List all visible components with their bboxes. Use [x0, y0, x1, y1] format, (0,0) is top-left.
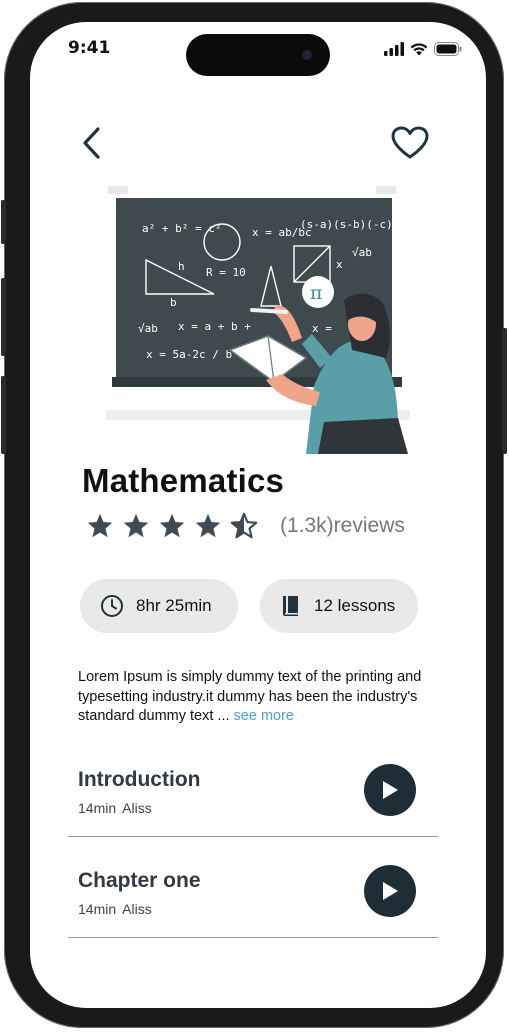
formula-5: h	[178, 260, 185, 273]
phone-frame: 9:41 a² + b² = c² x = ab/bc (s-a)(s-b)(-…	[1, 2, 507, 1028]
back-button[interactable]	[74, 124, 108, 162]
heart-icon	[391, 126, 429, 159]
course-title: Mathematics	[82, 462, 285, 499]
review-count: (1.3k)reviews	[280, 514, 405, 537]
divider	[68, 836, 438, 837]
lessons-text: 12 lessons	[314, 596, 396, 615]
favorite-button[interactable]	[388, 124, 432, 162]
mute-switch	[1, 200, 6, 244]
star-icon	[195, 513, 221, 538]
play-button[interactable]	[364, 865, 416, 917]
lesson-duration: 14min	[78, 901, 117, 917]
formula-10: √ab	[138, 322, 158, 335]
lesson-meta: 14min Aliss	[78, 800, 152, 816]
book-icon	[283, 596, 298, 616]
lesson-author: Aliss	[122, 901, 152, 917]
play-icon	[383, 882, 398, 900]
duration-text: 8hr 25min	[136, 596, 212, 615]
star-icon	[87, 513, 113, 538]
formula-12: x = 5a-2c / b	[146, 348, 232, 361]
dynamic-island	[186, 34, 330, 76]
teacher-illustration: a² + b² = c² x = ab/bc (s-a)(s-b)(-c) √a…	[106, 186, 410, 454]
formula-7: b	[170, 296, 177, 309]
clock-icon	[101, 595, 123, 617]
formula-3: (s-a)(s-b)(-c)	[300, 218, 393, 231]
play-button[interactable]	[364, 764, 416, 816]
course-description: Lorem Ipsum is simply dummy text of the …	[78, 668, 438, 727]
rating-stars	[86, 512, 258, 540]
formula-1: a² + b² = c²	[142, 222, 221, 235]
lessons-chip: 12 lessons	[260, 579, 418, 633]
wifi-icon	[410, 43, 428, 56]
see-more-link[interactable]: see more	[234, 708, 294, 724]
screen: 9:41 a² + b² = c² x = ab/bc (s-a)(s-b)(-…	[30, 22, 486, 1008]
lesson-author: Aliss	[122, 800, 152, 816]
formula-8: x	[336, 258, 343, 271]
lesson-title: Chapter one	[78, 869, 201, 892]
pi-bubble: π	[310, 282, 323, 304]
star-icon	[123, 513, 149, 538]
power-button	[502, 328, 507, 454]
star-half-icon	[230, 512, 258, 539]
star-icon	[159, 513, 185, 538]
lesson-item[interactable]: Chapter one 14min Aliss	[68, 865, 440, 965]
divider	[68, 937, 438, 938]
formula-13: x =	[312, 322, 332, 335]
lesson-meta: 14min Aliss	[78, 901, 152, 917]
duration-chip: 8hr 25min	[80, 579, 238, 633]
signal-icon	[384, 42, 404, 56]
lesson-item[interactable]: Introduction 14min Aliss	[68, 764, 440, 864]
status-icons	[384, 42, 462, 56]
formula-11: x = a + b +	[178, 320, 251, 333]
formula-6: R = 10	[206, 266, 246, 279]
camera-icon	[302, 50, 312, 60]
chevron-left-icon	[83, 127, 100, 159]
formula-4: √ab	[352, 246, 372, 259]
status-time: 9:41	[68, 38, 111, 58]
lesson-duration: 14min	[78, 800, 117, 816]
lesson-title: Introduction	[78, 768, 201, 791]
play-icon	[383, 781, 398, 799]
battery-icon	[434, 42, 462, 56]
volume-up-button	[1, 278, 6, 356]
volume-down-button	[1, 376, 6, 454]
